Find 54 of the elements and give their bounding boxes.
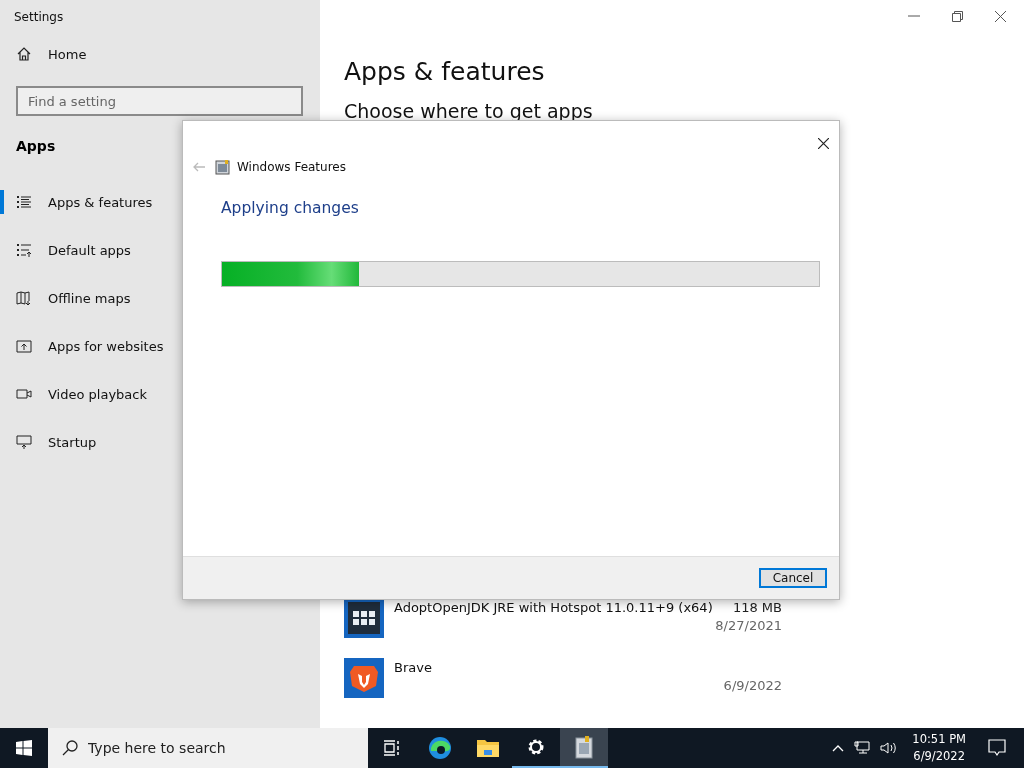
close-icon[interactable] [995,10,1006,22]
status-heading: Applying changes [221,199,360,217]
app-size: 118 MB [732,600,782,615]
search-field[interactable]: Find a setting [16,86,303,116]
dialog-title: Windows Features [237,160,346,174]
restore-icon[interactable] [952,10,963,22]
cancel-button[interactable]: Cancel [759,568,827,588]
video-camera-icon [16,386,32,402]
window-title: Settings [13,9,65,26]
taskbar-button[interactable] [560,728,608,768]
browser-icon [428,736,452,760]
home-label: Home [48,46,87,62]
app-list-item[interactable]: Brave 6/9/2022 [344,658,1024,718]
home-link[interactable]: Home [0,36,320,72]
item-label: Startup [48,434,97,450]
windows-logo-icon [16,740,32,756]
map-icon [16,290,32,306]
clock[interactable]: 10:51 PM 6/9/2022 [912,731,966,765]
settings-icon [526,737,546,757]
taskbar-search-field[interactable]: Type here to search [48,728,368,768]
notification-icon[interactable] [988,739,1006,757]
sidebar-item[interactable]: Default apps [0,226,320,274]
item-label: Default apps [48,242,131,258]
sidebar-item[interactable]: Offline maps [0,274,320,322]
window-features-icon [574,735,594,759]
list-arrow-icon [16,242,32,258]
app-name: AdoptOpenJDK JRE with Hotspot 11.0.11+9 (x64) [394,600,713,615]
sidebar-item[interactable]: Startup [0,418,320,466]
page-title: Apps & features [344,57,546,86]
sidebar-item[interactable]: Video playback [0,370,320,418]
chevron-up-icon[interactable] [832,744,845,752]
speaker-icon[interactable] [880,741,899,755]
home-icon [16,46,32,62]
app-list-item[interactable]: AdoptOpenJDK JRE with Hotspot 11.0.11+9 (x64) 118 MB 8/27/2021 [344,598,1024,658]
item-label: Offline maps [48,290,131,306]
close-icon[interactable] [818,138,829,149]
clock-date: 6/9/2022 [913,748,965,765]
monitor-arrow-icon [16,434,32,450]
item-label: Video playback [48,386,147,402]
app-name: Brave [394,660,432,675]
clock-time: 10:51 PM [912,731,966,748]
search-icon [62,740,78,756]
item-label: Apps & features [48,194,153,210]
folder-icon [476,738,500,758]
sidebar-item[interactable]: Apps for websites [0,322,320,370]
list-icon [16,194,32,210]
window-features-icon [215,159,231,175]
task-view-icon [383,740,401,756]
upload-box-icon [16,338,32,354]
section-heading: Apps [16,138,56,156]
app-date: 8/27/2021 [715,618,782,633]
app-date: 6/9/2022 [723,678,782,693]
item-label: Apps for websites [48,338,164,354]
network-icon[interactable] [854,741,871,755]
